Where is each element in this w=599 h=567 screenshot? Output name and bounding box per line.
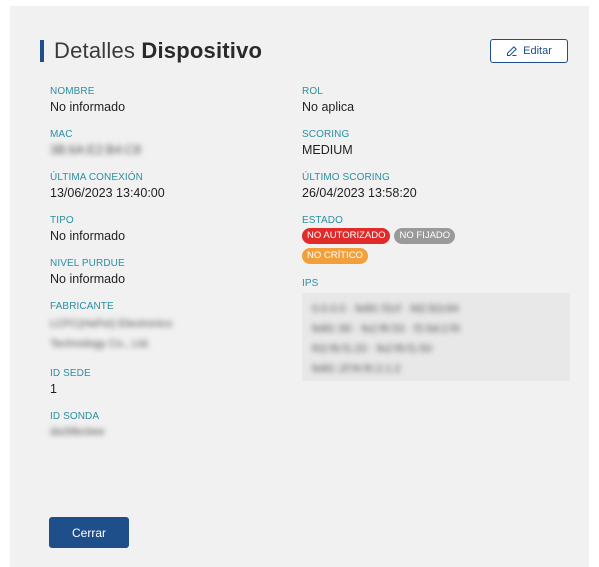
edit-button-label: Editar	[523, 45, 552, 57]
field-id-sonda: ID SONDA da39bcbee	[50, 411, 105, 438]
field-tipo: TIPO No informado	[50, 215, 126, 243]
details-left-column: NOMBRE No informado MAC 3B:6A:E2:B4:C8 Ú…	[50, 86, 280, 454]
edit-button[interactable]: Editar	[490, 39, 568, 63]
title-bold: Dispositivo	[141, 38, 263, 63]
ip-line: fe80::2f:f4:f0:2:1:2	[312, 363, 401, 375]
pencil-icon	[507, 46, 517, 57]
ip-line: 0.0.0.0 · fe80::f2cf · fd2:82c94	[312, 303, 459, 315]
field-nivel-purdue: NIVEL PURDUE No informado	[50, 258, 126, 286]
ip-line: f02:f6:f1:20 · fe2:f6:f1:50	[312, 343, 432, 355]
status-badge-no-fijado: NO FIJADO	[394, 228, 456, 244]
field-fabricante: FABRICANTE LCFC(HeFei) Electronics Techn…	[50, 301, 173, 350]
details-right-column: ROL No aplica SCORING MEDIUM ÚLTIMO SCOR…	[302, 86, 572, 395]
field-ips: IPs 0.0.0.0 · fe80::f2cf · fd2:82c94 fe8…	[302, 278, 572, 381]
field-estado: ESTADO NO AUTORIZADO NO FIJADO NO CRÍTIC…	[302, 215, 572, 264]
field-rol: ROL No aplica	[302, 86, 355, 114]
status-badge-no-critico: NO CRÍTICO	[302, 248, 368, 264]
status-badges: NO AUTORIZADO NO FIJADO NO CRÍTICO	[302, 228, 502, 264]
field-scoring: SCORING MEDIUM	[302, 129, 353, 157]
field-id-sede: ID SEDE 1	[50, 368, 91, 396]
status-badge-no-autorizado: NO AUTORIZADO	[302, 228, 391, 244]
title-light: Detalles	[54, 38, 136, 63]
close-button[interactable]: Cerrar	[49, 517, 129, 548]
title-accent-bar	[40, 40, 44, 62]
field-mac: MAC 3B:6A:E2:B4:C8	[50, 129, 280, 158]
ip-line: fe80::90 · fe2:f6:53 · f2:6d:2:f0	[312, 323, 460, 335]
page-title: Detalles Dispositivo	[40, 38, 262, 64]
ips-list-redacted: 0.0.0.0 · fe80::f2cf · fd2:82c94 fe80::9…	[302, 293, 570, 381]
field-ultima-conexion: ÚLTIMA CONEXIÓN 13/06/2023 13:40:00	[50, 172, 165, 200]
field-ultimo-scoring: ÚLTIMO SCORING 26/04/2023 13:58:20	[302, 172, 417, 200]
field-nombre: NOMBRE No informado	[50, 86, 126, 114]
mac-value-redacted: 3B:6A:E2:B4:C8	[50, 143, 142, 157]
